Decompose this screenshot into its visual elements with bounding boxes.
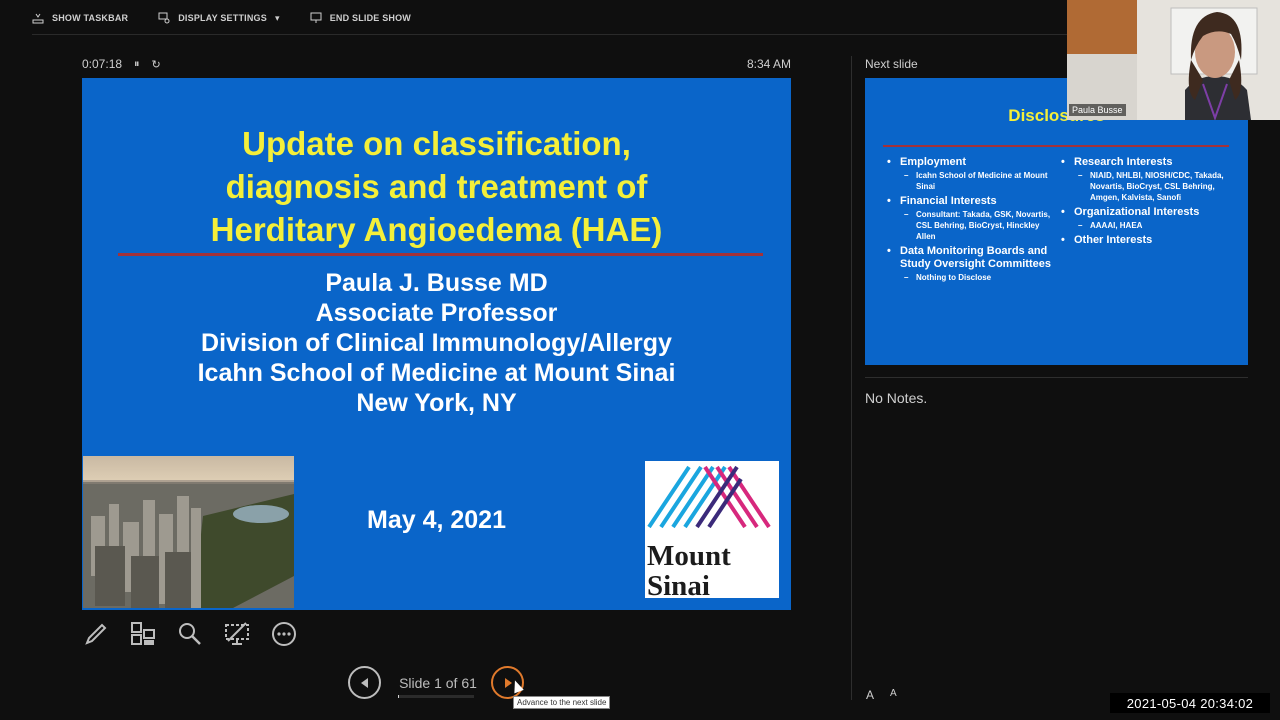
end-show-icon (310, 12, 322, 23)
display-settings-button[interactable]: DISPLAY SETTINGS ▾ (158, 12, 279, 24)
next-slide-divider (883, 145, 1229, 147)
disclosure-item: Financial Interests (887, 195, 1057, 208)
author-line: New York, NY (356, 389, 517, 417)
disclosure-item: Employment (887, 156, 1057, 169)
participant-name: Paula Busse (1069, 104, 1126, 116)
disclosure-subitem: NIAID, NHLBI, NIOSH/CDC, Takada, Novarti… (1061, 170, 1241, 203)
show-taskbar-label: SHOW TASKBAR (52, 13, 129, 23)
author-line: Division of Clinical Immunology/Allergy (201, 329, 672, 357)
slide-title-line: Update on classification, (242, 125, 631, 162)
notes-divider (865, 377, 1248, 378)
disclosures-left-column: Employment Icahn School of Medicine at M… (887, 156, 1057, 286)
author-line: Associate Professor (315, 299, 558, 327)
notes-font-controls: A A (866, 688, 897, 702)
slide-tools (82, 620, 297, 647)
slide-title-line: Herditary Angioedema (HAE) (210, 211, 663, 248)
mount-sinai-logo: Mount Sinai (645, 461, 779, 602)
next-slide-label: Next slide (865, 57, 918, 71)
slide-progress-fill (398, 695, 400, 698)
pen-tool-button[interactable] (82, 620, 109, 647)
increase-font-button[interactable]: A (866, 688, 874, 702)
decrease-font-button[interactable]: A (890, 688, 897, 702)
end-slide-show-button[interactable]: END SLIDE SHOW (310, 12, 411, 24)
slide-navigation: Slide 1 of 61 (348, 666, 528, 700)
slide-progress-bar (398, 695, 474, 698)
display-settings-label: DISPLAY SETTINGS (178, 13, 267, 23)
end-slide-show-label: END SLIDE SHOW (329, 13, 411, 23)
slide-title-line: diagnosis and treatment of (225, 168, 648, 205)
author-block: Paula J. Busse MD Associate Professor Di… (82, 268, 791, 418)
slide-title: Update on classification, diagnosis and … (82, 122, 791, 251)
disclosure-item: Data Monitoring Boards and Study Oversig… (887, 245, 1057, 271)
more-options-button[interactable] (270, 620, 297, 647)
show-taskbar-button[interactable]: SHOW TASKBAR (32, 12, 128, 24)
title-divider (118, 253, 763, 256)
taskbar-icon (32, 13, 44, 24)
previous-slide-button[interactable] (348, 666, 381, 699)
pause-timer-icon[interactable]: ⏸ (134, 58, 140, 71)
city-skyline-photo (83, 456, 294, 608)
chevron-down-icon: ▾ (274, 12, 280, 23)
current-slide[interactable]: Update on classification, diagnosis and … (82, 78, 791, 610)
webcam-video: Paula Busse (1067, 0, 1280, 120)
disclosure-item: Research Interests (1061, 156, 1241, 169)
disclosure-item: Other Interests (1061, 234, 1241, 247)
author-line: Paula J. Busse MD (325, 269, 548, 297)
author-line: Icahn School of Medicine at Mount Sinai (197, 359, 676, 387)
disclosure-item: Organizational Interests (1061, 206, 1241, 219)
screen-slash-icon (224, 621, 249, 645)
disclosures-right-column: Research Interests NIAID, NHLBI, NIOSH/C… (1061, 156, 1241, 248)
timer-row: 0:07:18 ⏸ ↻ 8:34 AM (82, 56, 791, 72)
disclosure-subitem: AAAAI, HAEA (1061, 220, 1241, 231)
disclosure-subitem: Consultant: Takada, GSK, Novartis, CSL B… (887, 209, 1057, 242)
disclosure-subitem: Nothing to Disclose (887, 272, 1057, 283)
disclosure-subitem: Icahn School of Medicine at Mount Sinai (887, 170, 1057, 192)
current-time: 8:34 AM (746, 57, 791, 71)
pen-icon (84, 623, 106, 645)
play-left-icon (360, 677, 368, 688)
zoom-button[interactable] (176, 620, 203, 647)
black-screen-button[interactable] (223, 620, 250, 647)
next-slide-tooltip: Advance to the next slide (513, 696, 611, 709)
panel-divider[interactable] (851, 56, 852, 700)
grid-icon (130, 621, 155, 645)
monitor-gear-icon (158, 12, 170, 24)
ellipsis-icon (271, 621, 296, 646)
next-slide-preview[interactable]: Disclosures Employment Icahn School of M… (865, 78, 1248, 365)
speaker-notes[interactable]: No Notes. (865, 390, 927, 406)
recording-timestamp: 2021-05-04 20:34:02 (1110, 693, 1270, 713)
restart-timer-icon[interactable]: ↻ (152, 58, 161, 71)
logo-word: Mount (647, 540, 731, 572)
see-all-slides-button[interactable] (129, 620, 156, 647)
magnifier-icon (178, 622, 201, 645)
toolbar-divider (32, 34, 1072, 35)
logo-word: Sinai (647, 570, 710, 598)
elapsed-time: 0:07:18 (82, 57, 123, 71)
slide-counter[interactable]: Slide 1 of 61 (398, 675, 478, 691)
